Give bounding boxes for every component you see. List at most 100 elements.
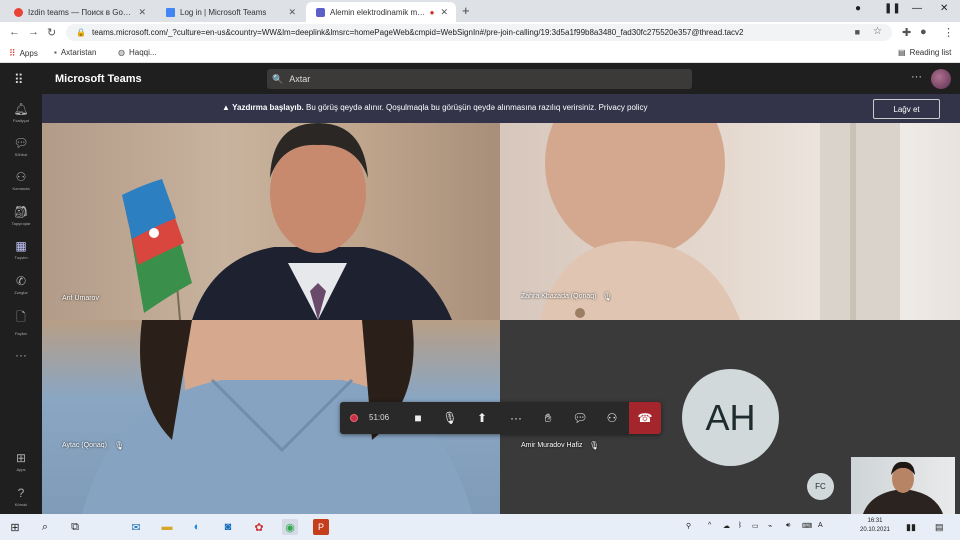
meeting-controls-bar: 51:06 ■ 🎙︎ ⬆ ··· ✋︎ 💬︎ ⚇ ☎ [340,402,661,434]
back-icon[interactable]: ← [9,26,20,38]
raise-hand-button[interactable]: ✋︎ [532,402,564,434]
rail-calls[interactable]: ✆ Zənglər [0,274,42,295]
url-field[interactable]: 🔒 teams.microsoft.com/_?culture=en-us&co… [66,24,892,41]
paint-icon[interactable]: ✿ [251,519,267,535]
rail-label: Zənglər [14,290,28,295]
calendar-icon: ▦ [15,239,27,253]
network-tray-icon[interactable]: ⌁ [768,522,772,530]
reading-list[interactable]: ▤ Reading list [898,48,951,57]
task-view-icon[interactable]: ⧉ [67,519,83,535]
mail-icon[interactable]: ✉ [128,519,144,535]
person-tray-icon[interactable]: ⚲ [686,522,691,530]
onedrive-tray-icon[interactable]: ☁ [723,522,730,530]
rail-apps[interactable]: ⊞ Apps [0,451,42,472]
muted-mic-icon: 🎙︎ [114,441,125,450]
rail-label: Komanda [12,186,30,191]
show-hidden-icons[interactable]: ^ [708,522,711,529]
bookmark-star-icon[interactable]: ☆ [873,26,882,37]
browser-menu-icon[interactable]: ⋮ [943,26,954,39]
browser-tab-1[interactable]: Izdin teams — Поиск в Google ✕ [4,2,154,22]
profile-icon[interactable]: ● [855,3,861,14]
mic-toggle-button[interactable]: 🎙︎ [434,402,466,434]
video-tile-1[interactable]: Arif Umarov [42,123,500,320]
participants-button[interactable]: ⚇ [596,402,628,434]
banner-message: ▲ Yazdırma başlayıb. Bu görüş qeydə alın… [222,103,648,112]
close-window-icon[interactable]: ✕ [940,3,948,14]
bell-icon: 🔔︎ [13,102,29,116]
tab-search-icon[interactable]: ❚❚ [884,3,901,14]
new-tab-icon[interactable]: + [462,3,470,18]
clock-time: 16:31 [867,518,883,524]
browser-tab-2[interactable]: Log in | Microsoft Teams ✕ [156,2,304,22]
more-icon: ··· [510,411,522,425]
file-explorer-icon[interactable]: ▬ [159,519,175,535]
taskbar-app-icon[interactable]: ▮▮ [906,522,916,533]
url-text: teams.microsoft.com/_?culture=en-us&coun… [91,28,744,37]
search-placeholder: Axtar [289,74,311,84]
banner-title: Yazdırma başlayıb. [232,103,304,112]
small-participant-avatar[interactable]: FC [807,473,834,500]
rail-teams[interactable]: ⚇ Komanda [0,170,42,191]
search-input[interactable]: 🔍 Axtar [267,69,692,89]
browser-tab-bar: Izdin teams — Поиск в Google ✕ Log in | … [0,0,960,22]
outlook-icon[interactable]: ◙ [220,519,236,535]
profile-avatar-icon[interactable]: ● [920,26,927,38]
forward-icon[interactable]: → [28,26,39,38]
camera-toggle-button[interactable]: ■ [402,402,434,434]
video-tile-2[interactable]: Zahra Khazada (Qonaq) 🎙︎ [500,123,960,320]
help-icon: ? [17,486,25,500]
user-avatar[interactable] [931,69,951,89]
reload-icon[interactable]: ↻ [47,26,56,39]
rail-label: Təqvim [14,255,28,260]
participant-initials-avatar: AH [682,369,779,466]
close-tab-icon[interactable]: ✕ [440,7,448,18]
rail-more[interactable]: ··· [0,348,42,364]
notifications-icon[interactable]: ▤ [935,522,944,533]
microsoft-favicon-icon [166,7,175,17]
system-clock[interactable]: 16:31 20.10.2021 [852,517,898,535]
self-view-video[interactable] [851,457,955,514]
edge-icon[interactable]: ◐ [189,519,205,535]
close-tab-icon[interactable]: ✕ [138,7,146,18]
browser-tab-3-active[interactable]: Alemin elektrodinamik mac... ● ✕ [306,2,456,22]
powerpoint-icon[interactable]: P [313,519,329,535]
tab-label: Log in | Microsoft Teams [180,7,267,17]
bookmark-haqqi[interactable]: ◍ Haqqi... [118,48,157,57]
rail-files[interactable]: 🗋 Fayllar [0,308,42,336]
camera-permission-icon[interactable]: ■ [855,27,860,37]
volume-tray-icon[interactable]: 🔊︎ [786,522,790,530]
more-options-icon[interactable]: ··· [911,71,922,83]
app-launcher-icon[interactable]: ⠿ [14,72,24,88]
rail-chat[interactable]: 💬︎ Söhbət [0,136,42,157]
extensions-icon[interactable]: ✚ [902,26,911,39]
participant-name: Aytac (Qonaq) [62,442,108,449]
chat-icon: 💬︎ [13,136,29,150]
close-tab-icon[interactable]: ✕ [288,7,296,18]
bookmark-apps[interactable]: ⠿ Apps [9,48,38,59]
more-actions-button[interactable]: ··· [500,402,532,434]
share-screen-button[interactable]: ⬆ [466,402,498,434]
rail-activity[interactable]: 🔔︎ Fəaliyyət [0,102,42,123]
rail-help[interactable]: ? Kömək [0,486,42,507]
rail-assignments[interactable]: 🎒︎ Tapşırıqlar [0,205,42,226]
bookmark-axtaristan[interactable]: ▪ Axtaristan [54,48,96,57]
teams-favicon-icon [316,7,325,17]
cancel-recording-button[interactable]: Lağv et [873,99,940,119]
minimize-icon[interactable]: — [912,3,922,14]
rail-calendar[interactable]: ▦ Təqvim [0,239,42,260]
bluetooth-tray-icon[interactable]: ᛒ [738,522,742,529]
language-tray-icon[interactable]: A [818,522,823,529]
apps-grid-icon: ⠿ [9,48,16,58]
rail-label: Tapşırıqlar [11,221,31,226]
battery-tray-icon[interactable]: ▭ [752,522,759,530]
recording-tab-icon: ● [429,7,435,17]
chrome-icon[interactable]: ◉ [282,519,298,535]
leave-call-button[interactable]: ☎ [629,402,661,434]
banner-text: Bu görüş qeydə alınır. Qoşulmaqla bu gör… [305,103,648,112]
keyboard-tray-icon[interactable]: ⌨ [802,522,812,530]
search-icon[interactable]: ⌕ [37,519,53,535]
chat-icon: 💬︎ [572,411,588,425]
lock-icon: 🔒 [76,28,86,37]
chat-button[interactable]: 💬︎ [564,402,596,434]
start-icon[interactable]: ⊞ [7,519,23,535]
